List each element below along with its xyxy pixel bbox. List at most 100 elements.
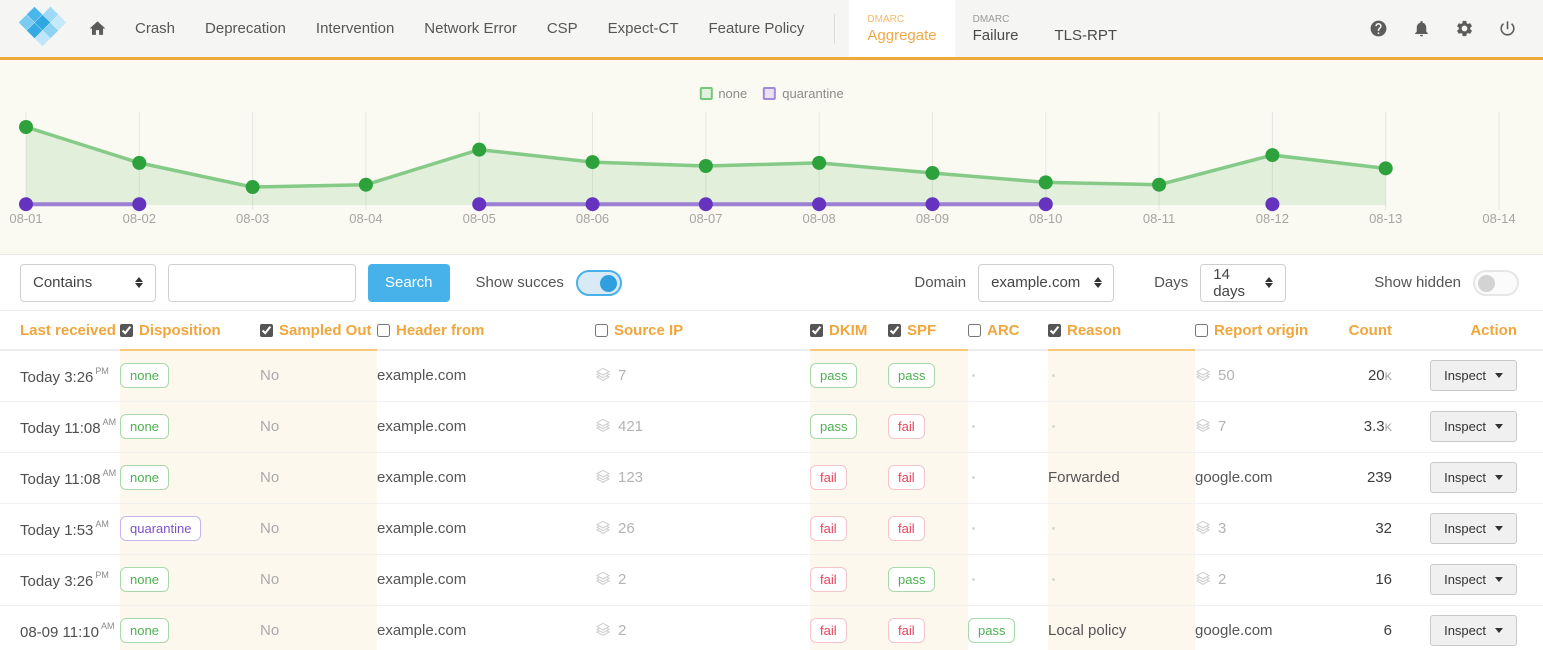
status-badge: fail — [888, 516, 925, 541]
sampled-out-value: No — [260, 571, 279, 588]
cell-arc: pass — [968, 605, 1048, 650]
inspect-button[interactable]: Inspect — [1430, 564, 1517, 595]
cell-report-origin: 7 — [1195, 401, 1330, 452]
cell-action: Inspect — [1420, 554, 1543, 605]
legend-label: quarantine — [782, 86, 843, 101]
last-received-time: Today 11:08 — [20, 471, 101, 488]
column-label: Reason — [1067, 322, 1121, 339]
empty-value-dash — [972, 425, 975, 428]
nav-item-csp[interactable]: CSP — [547, 20, 578, 37]
cell-reason — [1048, 350, 1195, 401]
sampled-out-value: No — [260, 520, 279, 537]
nav-item-crash[interactable]: Crash — [135, 20, 175, 37]
cell-disposition: none — [120, 401, 260, 452]
nav-item-intervention[interactable]: Intervention — [316, 20, 394, 37]
column-toggle-checkbox-header-from[interactable] — [377, 324, 390, 337]
status-badge: none — [120, 618, 169, 643]
settings-icon[interactable] — [1455, 19, 1474, 38]
days-select[interactable]: 14 days — [1200, 264, 1286, 302]
cell-count: 20K — [1330, 350, 1420, 401]
app-logo[interactable] — [0, 0, 72, 57]
navbar-actions — [1369, 19, 1543, 38]
cell-spf: fail — [888, 452, 968, 503]
svg-text:08-03: 08-03 — [236, 211, 269, 226]
show-hidden-toggle[interactable] — [1473, 270, 1519, 296]
inspect-button[interactable]: Inspect — [1430, 615, 1517, 646]
tab-failure[interactable]: DMARCFailure — [955, 0, 1037, 57]
column-label: Action — [1470, 322, 1517, 339]
column-toggle-checkbox-source-ip[interactable] — [595, 324, 608, 337]
column-label: Source IP — [614, 322, 683, 339]
caret-down-icon — [1495, 577, 1503, 582]
top-navbar: Crash Deprecation Intervention Network Erro… — [0, 0, 1543, 60]
status-badge: fail — [810, 618, 847, 643]
inspect-button[interactable]: Inspect — [1430, 462, 1517, 493]
status-badge: pass — [888, 567, 935, 592]
cell-reason: Local policy — [1048, 605, 1195, 650]
svg-text:08-10: 08-10 — [1029, 211, 1062, 226]
cell-count: 16 — [1330, 554, 1420, 605]
column-header-reason: Reason — [1048, 311, 1195, 350]
table-row: Today 3:26PMnoneNoexample.com7passpass50… — [0, 350, 1543, 401]
notifications-icon[interactable] — [1412, 19, 1431, 38]
inspect-button[interactable]: Inspect — [1430, 513, 1517, 544]
column-label: Report origin — [1214, 322, 1308, 339]
search-input[interactable] — [168, 264, 356, 302]
column-toggle-checkbox-sampled-out[interactable] — [260, 324, 273, 337]
nav-item-network-error[interactable]: Network Error — [424, 20, 517, 37]
match-type-select[interactable]: Contains — [20, 264, 156, 302]
search-button[interactable]: Search — [368, 264, 450, 302]
sampled-out-value: No — [260, 622, 279, 639]
svg-text:08-11: 08-11 — [1143, 211, 1175, 226]
source-ip-count: 421 — [618, 418, 643, 435]
report-origin-count: 2 — [1218, 571, 1226, 588]
svg-text:08-04: 08-04 — [349, 211, 382, 226]
table-row: Today 11:08AMnoneNoexample.com123failfai… — [0, 452, 1543, 503]
table-row: Today 1:53AMquarantineNoexample.com26fai… — [0, 503, 1543, 554]
nav-item-expect-ct[interactable]: Expect-CT — [608, 20, 679, 37]
nav-item-feature-policy[interactable]: Feature Policy — [709, 20, 805, 37]
column-toggle-checkbox-arc[interactable] — [968, 324, 981, 337]
status-badge: fail — [810, 567, 847, 592]
cell-reason — [1048, 401, 1195, 452]
power-icon[interactable] — [1498, 19, 1517, 38]
cell-header-from: example.com — [377, 605, 595, 650]
legend-item-quarantine[interactable]: quarantine — [763, 86, 843, 101]
column-toggle-checkbox-reason[interactable] — [1048, 324, 1061, 337]
svg-text:08-12: 08-12 — [1256, 211, 1289, 226]
domain-select[interactable]: example.com — [978, 264, 1114, 302]
column-toggle-checkbox-disposition[interactable] — [120, 324, 133, 337]
svg-text:08-08: 08-08 — [803, 211, 836, 226]
report-origin-domain: google.com — [1195, 622, 1273, 639]
report-origin-count: 7 — [1218, 418, 1226, 435]
empty-value-dash — [1052, 374, 1055, 377]
meridiem-label: PM — [95, 570, 109, 580]
cell-spf: fail — [888, 503, 968, 554]
inspect-button[interactable]: Inspect — [1430, 360, 1517, 391]
cell-reason — [1048, 554, 1195, 605]
legend-swatch-icon — [763, 87, 776, 100]
tab-aggregate[interactable]: DMARCAggregate — [849, 0, 954, 57]
caret-down-icon — [1495, 526, 1503, 531]
status-badge: none — [120, 414, 169, 439]
nav-item-deprecation[interactable]: Deprecation — [205, 20, 286, 37]
column-toggle-checkbox-report-origin[interactable] — [1195, 324, 1208, 337]
cell-arc — [968, 401, 1048, 452]
inspect-label: Inspect — [1444, 419, 1486, 434]
show-success-toggle[interactable] — [576, 270, 622, 296]
count-value: 239 — [1367, 469, 1392, 486]
column-toggle-checkbox-dkim[interactable] — [810, 324, 823, 337]
column-toggle-checkbox-spf[interactable] — [888, 324, 901, 337]
column-label: Sampled Out — [279, 322, 372, 339]
cell-action: Inspect — [1420, 503, 1543, 554]
home-icon[interactable] — [88, 19, 107, 38]
column-header-disposition: Disposition — [120, 311, 260, 350]
help-icon[interactable] — [1369, 19, 1388, 38]
days-label: Days — [1154, 274, 1188, 291]
tab-tls-rpt[interactable]: TLS-RPT — [1036, 0, 1135, 57]
column-header-source-ip: Source IP — [595, 311, 810, 350]
inspect-button[interactable]: Inspect — [1430, 411, 1517, 442]
legend-item-none[interactable]: none — [699, 86, 747, 101]
header-from-value: example.com — [377, 520, 466, 537]
inspect-label: Inspect — [1444, 623, 1486, 638]
